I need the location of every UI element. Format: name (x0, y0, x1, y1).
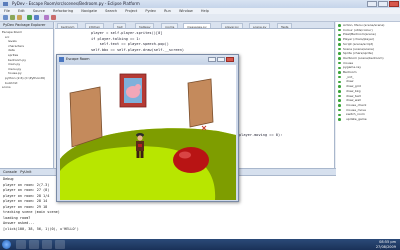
menu-search[interactable]: Search (105, 9, 117, 13)
game-canvas[interactable] (60, 65, 236, 200)
clock-date: 27/08/2009 (375, 244, 396, 249)
new-icon[interactable] (3, 15, 8, 20)
editor-tab-active[interactable]: messages.py (183, 23, 211, 28)
search-icon[interactable] (44, 15, 49, 20)
start-button[interactable] (2, 240, 11, 249)
editor-tab[interactable]: rooms (161, 23, 179, 28)
package-explorer-tab[interactable]: PyDev Package Explorer (0, 22, 53, 29)
editor-tabs: bedroom kitchen hall hallway rooms messa… (55, 22, 334, 29)
menu-edit[interactable]: Edit (18, 9, 25, 13)
code-line-partial[interactable]: player.moving == 0): (239, 133, 282, 137)
console-tab[interactable]: Console (3, 170, 17, 174)
package-explorer: PyDev Package Explorer Escape Room src l… (0, 22, 54, 168)
menu-run[interactable]: Run (164, 9, 171, 13)
game-title: Escape Room (66, 57, 90, 61)
menu-file[interactable]: File (4, 9, 10, 13)
taskbar-clock[interactable]: 08:55 pm 27/08/2009 (376, 240, 396, 249)
eclipse-icon (3, 2, 8, 6)
game-scene[interactable] (60, 65, 236, 200)
player-right-leg (140, 151, 144, 158)
game-maximize-button[interactable] (217, 57, 225, 62)
game-minimize-button[interactable] (208, 57, 216, 62)
taskbar-app-explorer[interactable] (16, 240, 26, 249)
menu-navigate[interactable]: Navigate (81, 9, 97, 13)
menu-refactoring[interactable]: Refactoring (53, 9, 73, 13)
debug-icon[interactable] (34, 15, 39, 20)
game-titlebar: Escape Room (57, 55, 238, 64)
outline-item[interactable]: update_game (338, 117, 398, 122)
editor-tab[interactable]: bedroom (57, 23, 79, 28)
editor-tab[interactable]: kitchen (85, 23, 105, 28)
game-close-button[interactable] (226, 57, 234, 62)
window-titlebar: PyDev - Escape Room/src/scenes/Bedroom.p… (0, 0, 400, 8)
taskbar-app-browser[interactable] (29, 240, 39, 249)
taskbar-app-eclipse[interactable] (42, 240, 52, 249)
code-lines[interactable]: player = self.player.sprites()[0] if play… (91, 31, 184, 53)
window-title: PyDev - Escape Room/src/scenes/Bedroom.p… (12, 1, 140, 6)
right-door[interactable] (187, 78, 214, 128)
left-door[interactable] (69, 86, 103, 148)
editor-tab[interactable]: hallway (135, 23, 155, 28)
save-icon[interactable] (10, 15, 15, 20)
taskbar: 08:55 pm 27/08/2009 (0, 239, 400, 250)
desktop: PyDev - Escape Room/src/scenes/Bedroom.p… (0, 0, 400, 250)
tree-item[interactable]: scons (2, 85, 51, 90)
code-line: self.bbx == self.player.draw(self.__scre… (91, 47, 185, 52)
outline-view: Action, Menu (scene/scene) Colour (utils… (336, 22, 400, 239)
portrait-pig-head (135, 84, 141, 90)
editor-tab[interactable]: Tests (277, 23, 293, 28)
menu-window[interactable]: Window (179, 9, 193, 13)
toolbar (0, 14, 400, 22)
editor-tab[interactable]: hall (113, 23, 127, 28)
editor-tab[interactable]: player.py (221, 23, 243, 28)
menu-pydev[interactable]: Pydev (145, 9, 156, 13)
game-icon (59, 57, 64, 62)
player-left-leg (136, 151, 140, 158)
run-icon[interactable] (27, 15, 32, 20)
taskbar-app-game[interactable] (55, 240, 65, 249)
print-icon[interactable] (17, 15, 22, 20)
menu-project[interactable]: Project (125, 9, 137, 13)
red-blob[interactable] (173, 147, 209, 173)
maximize-button[interactable] (378, 1, 388, 7)
editor-tab[interactable]: scene.py (249, 23, 271, 28)
player-head (137, 135, 143, 141)
stop-icon[interactable] (51, 15, 56, 20)
player-belt (138, 144, 142, 147)
tree-item[interactable]: python (2.6) (C:\Python26) (2, 76, 51, 81)
menu-help[interactable]: Help (201, 9, 209, 13)
game-window: Escape Room (56, 54, 239, 202)
blob-highlight (179, 151, 191, 159)
console-line: [click(100, 38, 56, 1)(0), u'HELLO') (3, 226, 79, 231)
clock-time: 08:55 pm (379, 240, 396, 244)
minimize-button[interactable] (367, 1, 377, 7)
close-button[interactable] (389, 1, 399, 7)
menu-source[interactable]: Source (33, 9, 45, 13)
pyunit-tab[interactable]: PyUnit (20, 170, 31, 174)
